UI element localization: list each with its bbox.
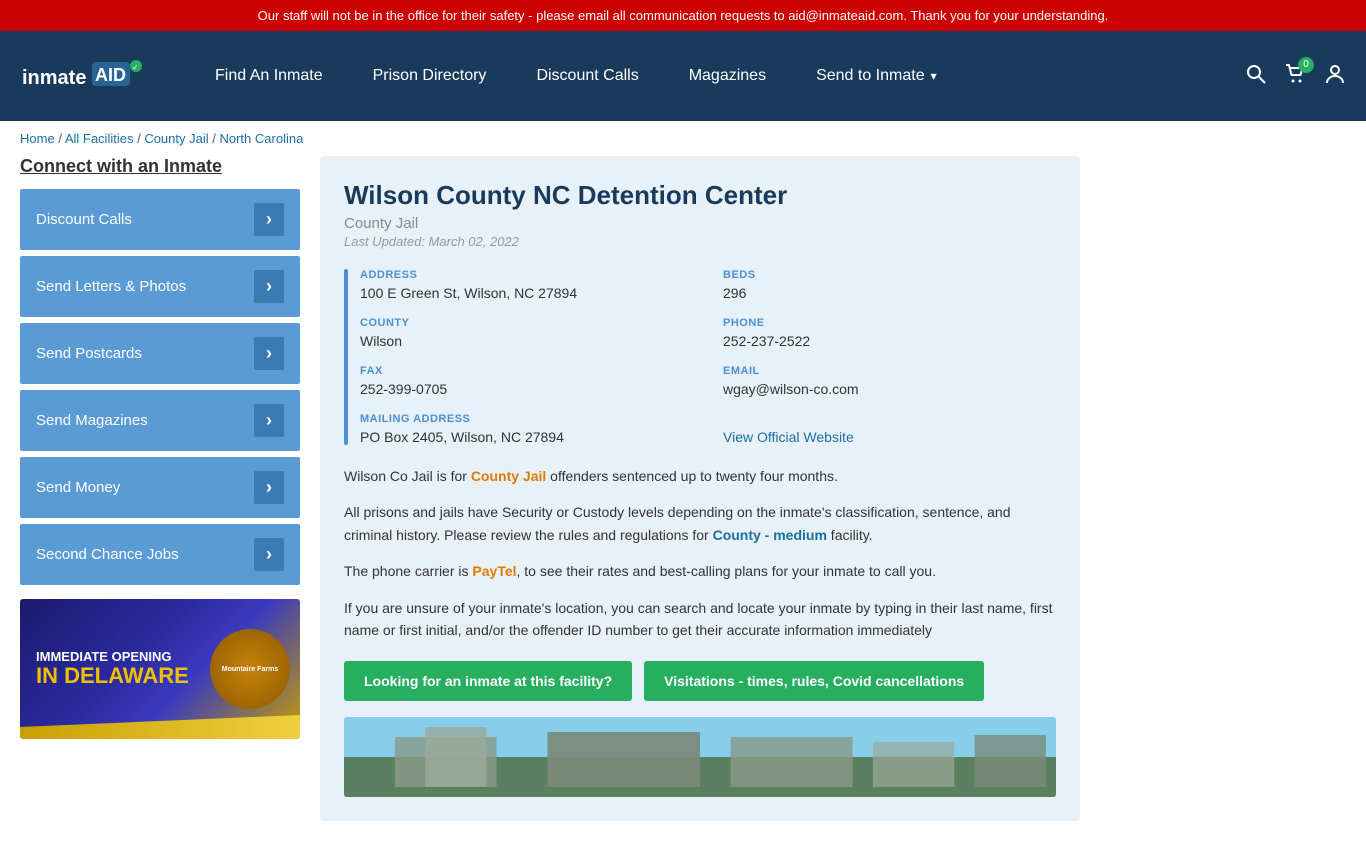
logo[interactable]: inmate AID ✓ [20,56,150,96]
arrow-icon-4: › [254,471,284,504]
county-jail-link-1[interactable]: County Jail [471,468,546,484]
sidebar-send-money-btn[interactable]: Send Money › [20,457,300,518]
alert-text: Our staff will not be in the office for … [258,8,1109,23]
visitations-btn[interactable]: Visitations - times, rules, Covid cancel… [644,661,984,701]
info-phone: PHONE 252-237-2522 [723,317,1056,349]
facility-image [344,717,1056,797]
info-beds: BEDS 296 [723,269,1056,301]
user-icon[interactable] [1324,63,1346,90]
sidebar-send-postcards-btn[interactable]: Send Postcards › [20,323,300,384]
navbar: inmate AID ✓ Find An Inmate Prison Direc… [0,31,1366,121]
svg-text:inmate: inmate [22,67,86,89]
ad-line1: IMMEDIATE OPENING [36,649,189,664]
cart-icon[interactable]: 0 [1284,63,1306,90]
bottom-buttons: Looking for an inmate at this facility? … [344,661,1056,701]
sidebar-send-letters-btn[interactable]: Send Letters & Photos › [20,256,300,317]
sidebar: Connect with an Inmate Discount Calls › … [20,156,300,821]
arrow-icon-1: › [254,270,284,303]
breadcrumb-home[interactable]: Home [20,131,55,146]
description-4: If you are unsure of your inmate's locat… [344,597,1056,642]
arrow-icon-0: › [254,203,284,236]
chevron-down-icon: ▾ [931,69,937,83]
facility-title: Wilson County NC Detention Center [344,180,1056,211]
paytel-link[interactable]: PayTel [472,563,516,579]
nav-magazines[interactable]: Magazines [664,31,791,121]
breadcrumb-north-carolina[interactable]: North Carolina [219,131,303,146]
nav-discount-calls[interactable]: Discount Calls [511,31,663,121]
nav-find-an-inmate[interactable]: Find An Inmate [190,31,348,121]
info-county: COUNTY Wilson [360,317,693,349]
facility-info-grid: ADDRESS 100 E Green St, Wilson, NC 27894… [344,269,1056,445]
description-2: All prisons and jails have Security or C… [344,501,1056,546]
svg-text:✓: ✓ [132,63,139,72]
ad-text: IMMEDIATE OPENING IN DELAWARE [36,649,189,688]
breadcrumb-all-facilities[interactable]: All Facilities [65,131,134,146]
breadcrumb-county-jail[interactable]: County Jail [144,131,208,146]
nav-prison-directory[interactable]: Prison Directory [348,31,512,121]
sidebar-second-chance-jobs-btn[interactable]: Second Chance Jobs › [20,524,300,585]
arrow-icon-2: › [254,337,284,370]
facility-updated: Last Updated: March 02, 2022 [344,234,1056,249]
breadcrumb: Home / All Facilities / County Jail / No… [0,121,1366,156]
alert-banner: Our staff will not be in the office for … [0,0,1366,31]
navbar-links: Find An Inmate Prison Directory Discount… [190,31,1246,121]
info-website: - View Official Website [723,413,1056,445]
info-address: ADDRESS 100 E Green St, Wilson, NC 27894 [360,269,693,301]
facility-type: County Jail [344,215,1056,232]
navbar-icons: 0 [1246,63,1346,90]
description-1: Wilson Co Jail is for County Jail offend… [344,465,1056,487]
search-icon[interactable] [1246,64,1266,89]
svg-text:AID: AID [95,65,126,85]
arrow-icon-3: › [254,404,284,437]
nav-send-to-inmate[interactable]: Send to Inmate ▾ [791,31,962,121]
ad-road-decoration [20,709,300,739]
find-inmate-btn[interactable]: Looking for an inmate at this facility? [344,661,632,701]
info-email: EMAIL wgay@wilson-co.com [723,365,1056,397]
sidebar-discount-calls-btn[interactable]: Discount Calls › [20,189,300,250]
sidebar-send-magazines-btn[interactable]: Send Magazines › [20,390,300,451]
main-content: Wilson County NC Detention Center County… [320,156,1080,821]
info-mailing: MAILING ADDRESS PO Box 2405, Wilson, NC … [360,413,693,445]
cart-badge: 0 [1298,57,1314,73]
info-fax: FAX 252-399-0705 [360,365,693,397]
description-3: The phone carrier is PayTel, to see thei… [344,560,1056,582]
county-medium-link[interactable]: County - medium [713,527,827,543]
arrow-icon-5: › [254,538,284,571]
ad-line2: IN DELAWARE [36,664,189,688]
main-container: Connect with an Inmate Discount Calls › … [0,156,1100,841]
view-website-link[interactable]: View Official Website [723,429,854,445]
ad-logo: Mountaire Farms [210,629,290,709]
sidebar-title: Connect with an Inmate [20,156,300,177]
ad-banner[interactable]: IMMEDIATE OPENING IN DELAWARE Mountaire … [20,599,300,739]
